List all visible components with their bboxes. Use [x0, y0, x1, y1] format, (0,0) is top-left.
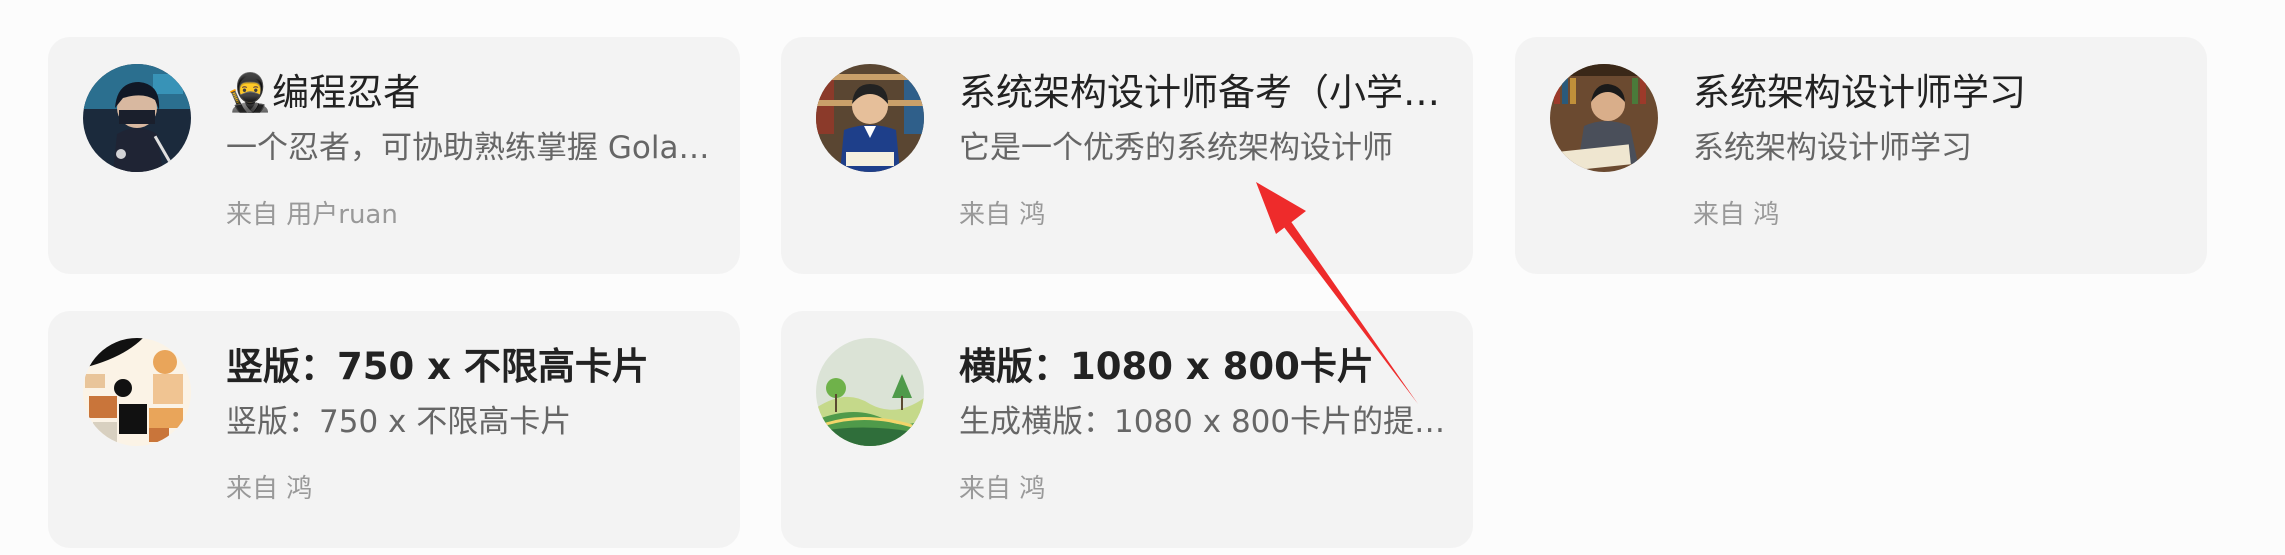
bot-title: 🥷编程忍者 [226, 71, 421, 114]
bot-description: 竖版：750 x 不限高卡片 [226, 404, 572, 440]
bot-card[interactable]: 🥷编程忍者 一个忍者，可协助熟练掌握 Golang 来自 用户ruan [48, 37, 740, 274]
bot-description: 系统架构设计师学习 [1693, 130, 1972, 166]
bot-card[interactable]: 竖版：750 x 不限高卡片 竖版：750 x 不限高卡片 来自 鸿 [48, 311, 740, 548]
bot-source: 来自 鸿 [226, 474, 313, 504]
bot-title: 横版：1080 x 800卡片 [959, 345, 1374, 388]
ninja-avatar-icon [83, 64, 191, 172]
bot-description: 它是一个优秀的系统架构设计师 [959, 130, 1393, 166]
bot-source: 来自 用户ruan [226, 200, 398, 230]
bot-title: 系统架构设计师备考（小学生版） [959, 71, 1447, 114]
bot-source: 来自 鸿 [959, 474, 1046, 504]
bot-description: 一个忍者，可协助熟练掌握 Golang [226, 130, 714, 166]
bot-card[interactable]: 系统架构设计师备考（小学生版） 它是一个优秀的系统架构设计师 来自 鸿 [781, 37, 1473, 274]
student-avatar-icon [816, 64, 924, 172]
bot-description: 生成横版：1080 x 800卡片的提示词 [959, 404, 1447, 440]
scholar-avatar-icon [1550, 64, 1658, 172]
bot-card[interactable]: 系统架构设计师学习 系统架构设计师学习 来自 鸿 [1515, 37, 2207, 274]
landscape-avatar-icon [816, 338, 924, 446]
bot-card[interactable]: 横版：1080 x 800卡片 生成横版：1080 x 800卡片的提示词 来自… [781, 311, 1473, 548]
abstract-shapes-avatar-icon [83, 338, 191, 446]
bot-title: 系统架构设计师学习 [1693, 71, 2026, 114]
bot-title: 竖版：750 x 不限高卡片 [226, 345, 649, 388]
bot-source: 来自 鸿 [1693, 200, 1780, 230]
bot-source: 来自 鸿 [959, 200, 1046, 230]
